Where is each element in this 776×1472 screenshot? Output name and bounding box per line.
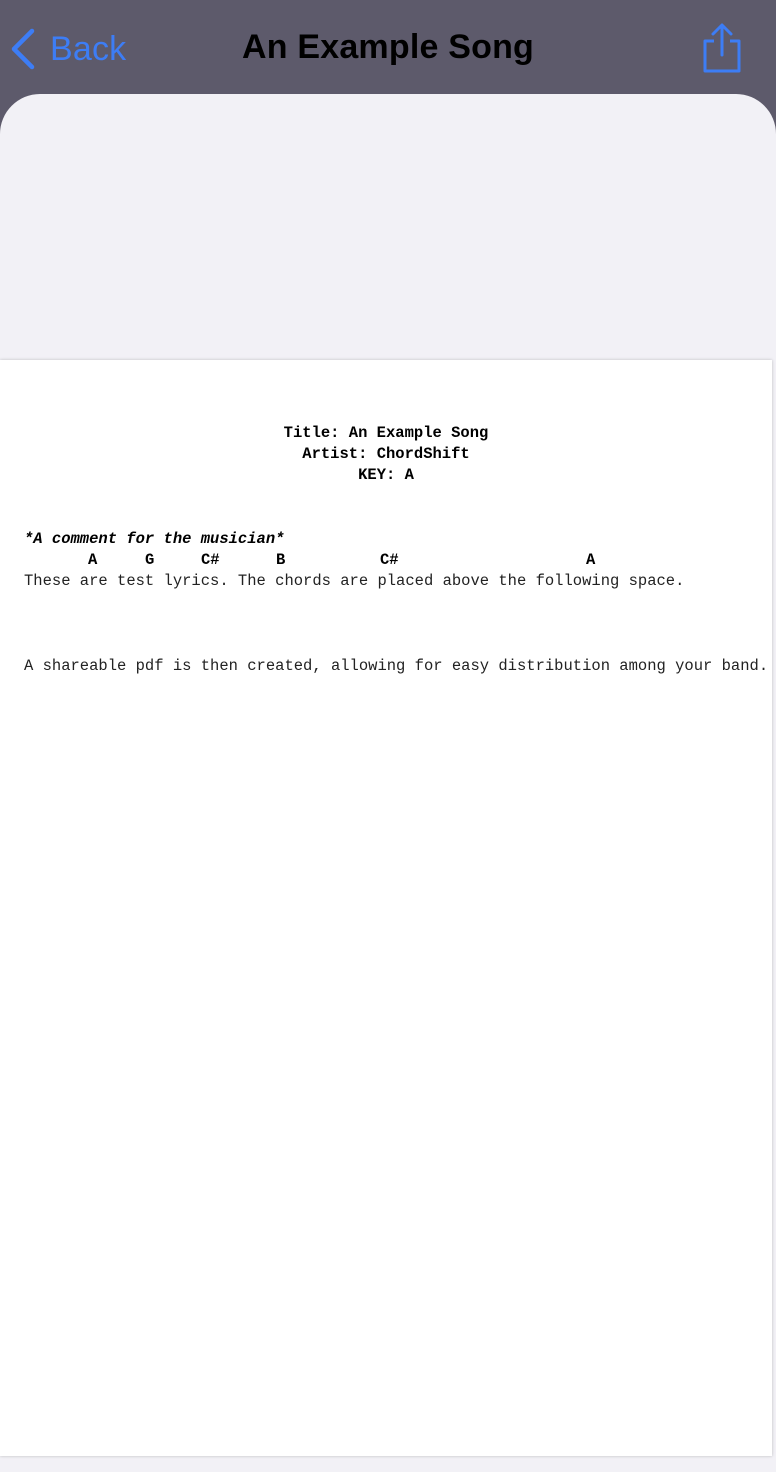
pdf-page[interactable]: Title: An Example Song Artist: ChordShif… [0, 360, 772, 1456]
chord-label: A [586, 551, 596, 569]
chord-label: A [88, 551, 98, 569]
navigation-bar: Back An Example Song [0, 0, 776, 100]
chord-label: C# [380, 551, 399, 569]
lyric-line: These are test lyrics. The chords are pl… [24, 572, 685, 590]
share-icon[interactable] [700, 22, 744, 74]
pdf-preview-sheet: Title: An Example Song Artist: ChordShif… [0, 94, 776, 1472]
artist-line: Artist: ChordShift [302, 445, 470, 463]
chord-label: B [276, 551, 286, 569]
key-line: KEY: A [358, 466, 414, 484]
lyric-line: A shareable pdf is then created, allowin… [24, 657, 769, 675]
chord-label: C# [201, 551, 220, 569]
musician-comment: *A comment for the musician* [24, 530, 285, 548]
page-title: An Example Song [241, 28, 535, 66]
chord-label: G [145, 551, 155, 569]
song-title-line: Title: An Example Song [283, 424, 489, 442]
